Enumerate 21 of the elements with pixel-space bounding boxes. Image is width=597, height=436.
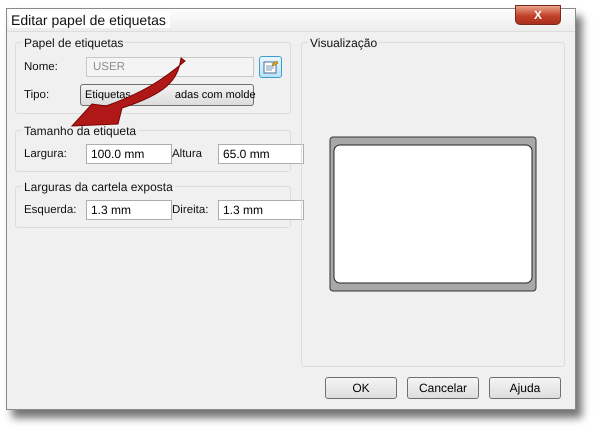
dialog-button[interactable]: Ajuda — [489, 377, 561, 399]
field-label: Direita: — [172, 204, 210, 216]
group-title: Larguras da cartela exposta — [22, 180, 175, 194]
input-field[interactable]: 1.3 mm — [218, 200, 304, 220]
edit-button[interactable] — [259, 56, 282, 78]
dialog-button[interactable]: OK — [325, 377, 397, 399]
input-field[interactable]: 100.0 mm — [86, 144, 172, 164]
field-label: Largura: — [24, 148, 68, 160]
close-button[interactable]: X — [515, 5, 561, 25]
window-title: Editar papel de etiquetas — [9, 12, 170, 28]
group-title: Papel de etiquetas — [22, 36, 126, 50]
field-label: Tipo: — [24, 89, 50, 101]
group-title: Visualização — [308, 36, 380, 50]
input-field[interactable]: 65.0 mm — [218, 144, 304, 164]
notepad-icon — [262, 60, 278, 74]
field-label: Nome: — [24, 61, 59, 73]
input-field[interactable]: 1.3 mm — [86, 200, 172, 220]
group-title: Tamanho da etiqueta — [22, 124, 138, 138]
field-label: Esquerda: — [24, 204, 78, 216]
field-label: Altura — [172, 148, 204, 160]
dialog-button[interactable]: Cancelar — [407, 377, 479, 399]
